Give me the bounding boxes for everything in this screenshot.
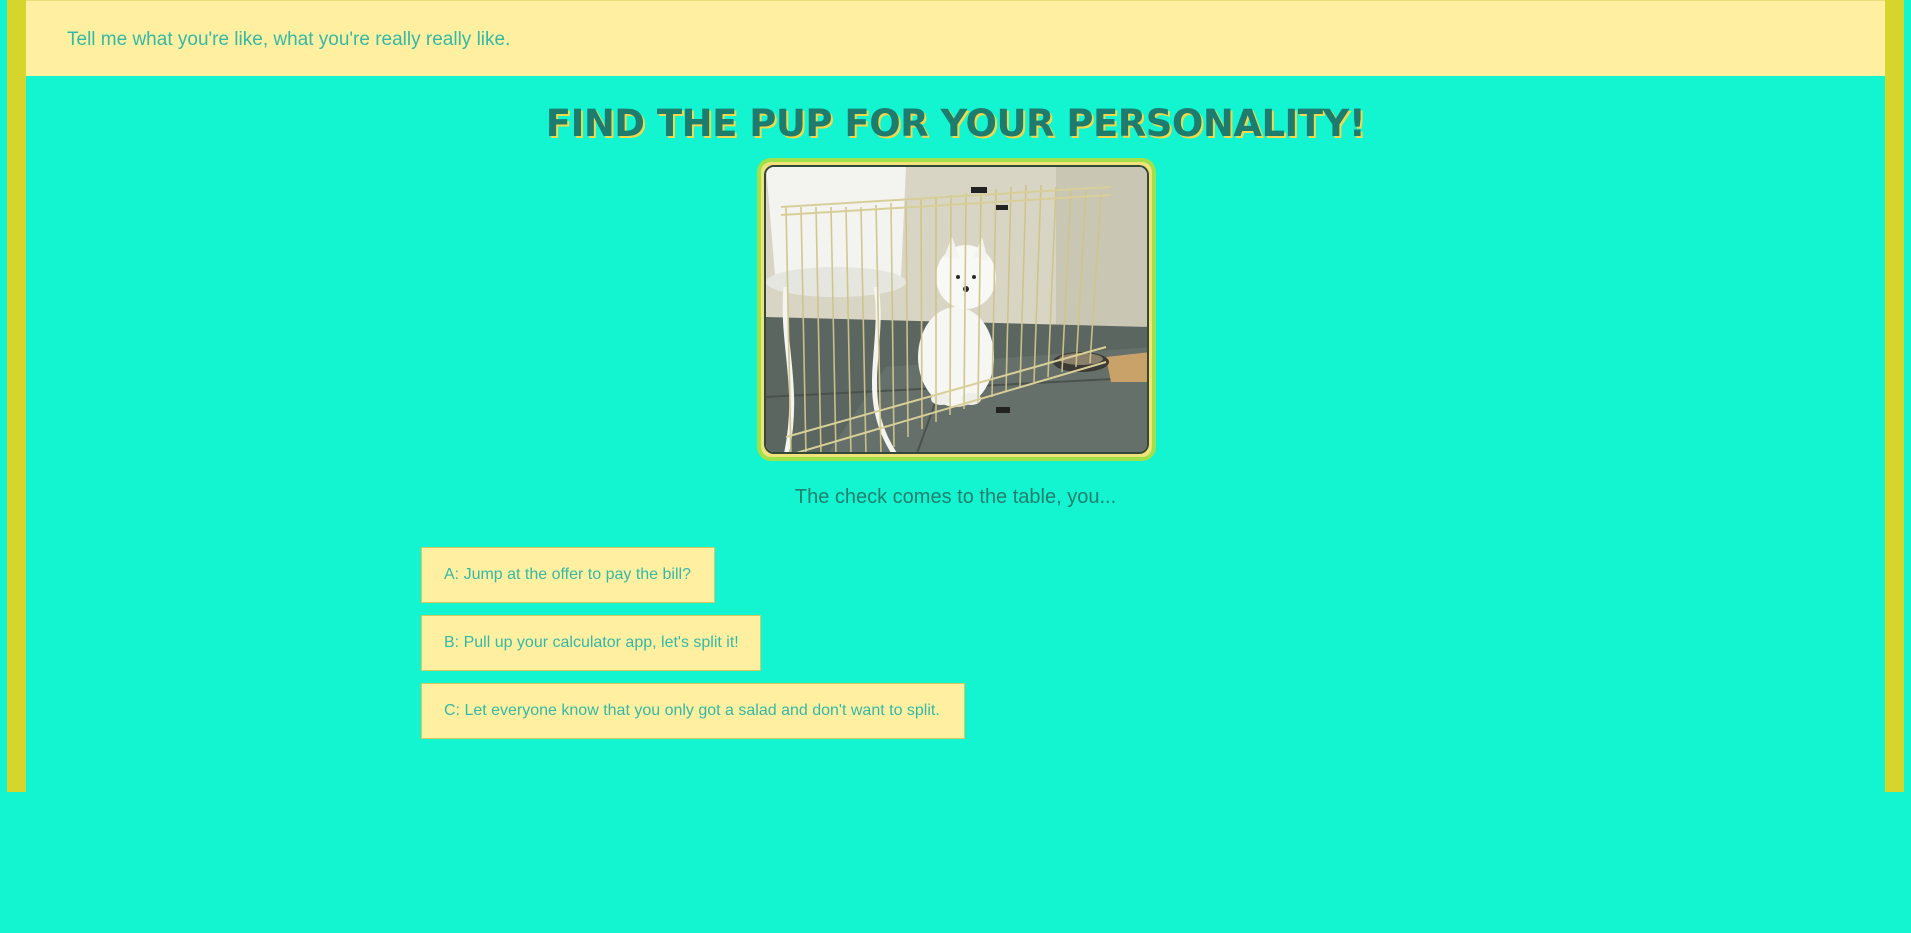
top-banner: Tell me what you're like, what you're re… xyxy=(26,0,1885,76)
quiz-question: The check comes to the table, you... xyxy=(794,486,1117,508)
puppy-image xyxy=(764,165,1149,454)
puppy-image-frame xyxy=(757,158,1156,461)
answer-c-button[interactable]: C: Let everyone know that you only got a… xyxy=(421,683,965,739)
answer-b-button[interactable]: B: Pull up your calculator app, let's sp… xyxy=(421,615,761,671)
quiz-page: Tell me what you're like, what you're re… xyxy=(0,0,1911,933)
answer-a-button[interactable]: A: Jump at the offer to pay the bill? xyxy=(421,547,715,603)
page-title: FIND THE PUP FOR YOUR PERSONALITY! xyxy=(545,102,1366,145)
banner-text: Tell me what you're like, what you're re… xyxy=(67,29,511,50)
